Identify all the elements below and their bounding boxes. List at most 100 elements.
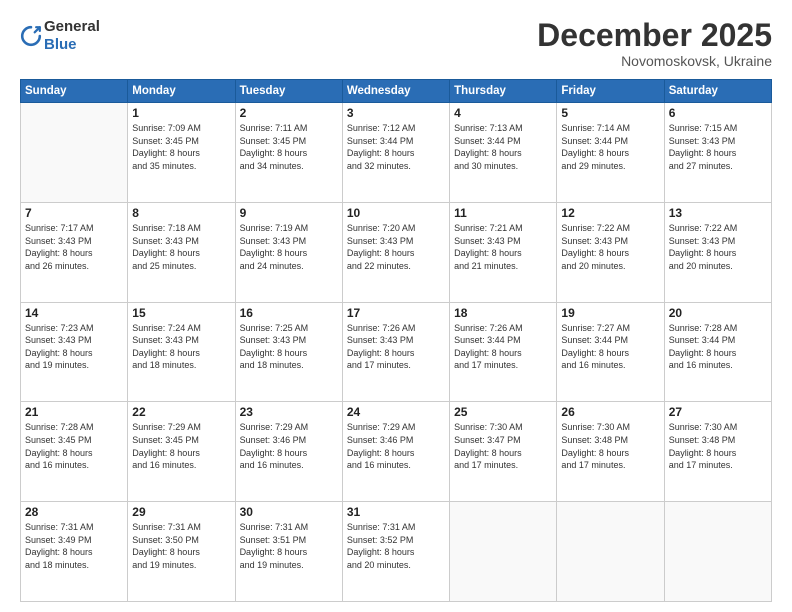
cell-text: Sunrise: 7:22 AMSunset: 3:43 PMDaylight:… xyxy=(669,222,767,272)
day-number: 16 xyxy=(240,306,338,320)
cell-text: Sunrise: 7:28 AMSunset: 3:45 PMDaylight:… xyxy=(25,421,123,471)
cell-text: Sunrise: 7:30 AMSunset: 3:48 PMDaylight:… xyxy=(561,421,659,471)
cell-text: Sunrise: 7:17 AMSunset: 3:43 PMDaylight:… xyxy=(25,222,123,272)
cell-text: Sunrise: 7:22 AMSunset: 3:43 PMDaylight:… xyxy=(561,222,659,272)
cell-text: Sunrise: 7:31 AMSunset: 3:51 PMDaylight:… xyxy=(240,521,338,571)
cell-text: Sunrise: 7:27 AMSunset: 3:44 PMDaylight:… xyxy=(561,322,659,372)
cell-text: Sunrise: 7:31 AMSunset: 3:52 PMDaylight:… xyxy=(347,521,445,571)
weekday-header-monday: Monday xyxy=(128,80,235,103)
day-number: 22 xyxy=(132,405,230,419)
logo-general: General xyxy=(44,18,100,35)
cell-text: Sunrise: 7:30 AMSunset: 3:48 PMDaylight:… xyxy=(669,421,767,471)
weekday-header-sunday: Sunday xyxy=(21,80,128,103)
logo: General Blue xyxy=(20,18,100,54)
calendar-cell: 31 Sunrise: 7:31 AMSunset: 3:52 PMDayligh… xyxy=(342,502,449,602)
day-number: 29 xyxy=(132,505,230,519)
calendar-cell: 9 Sunrise: 7:19 AMSunset: 3:43 PMDaylight… xyxy=(235,202,342,302)
day-number: 2 xyxy=(240,106,338,120)
calendar-cell: 15 Sunrise: 7:24 AMSunset: 3:43 PMDayligh… xyxy=(128,302,235,402)
day-number: 25 xyxy=(454,405,552,419)
cell-text: Sunrise: 7:28 AMSunset: 3:44 PMDaylight:… xyxy=(669,322,767,372)
calendar-cell: 26 Sunrise: 7:30 AMSunset: 3:48 PMDayligh… xyxy=(557,402,664,502)
calendar-cell: 24 Sunrise: 7:29 AMSunset: 3:46 PMDayligh… xyxy=(342,402,449,502)
day-number: 3 xyxy=(347,106,445,120)
calendar-cell: 5 Sunrise: 7:14 AMSunset: 3:44 PMDaylight… xyxy=(557,103,664,203)
calendar-cell xyxy=(21,103,128,203)
cell-text: Sunrise: 7:21 AMSunset: 3:43 PMDaylight:… xyxy=(454,222,552,272)
cell-text: Sunrise: 7:30 AMSunset: 3:47 PMDaylight:… xyxy=(454,421,552,471)
cell-text: Sunrise: 7:26 AMSunset: 3:44 PMDaylight:… xyxy=(454,322,552,372)
calendar-cell: 12Sunrise: 7:22 AMSunset: 3:43 PMDayligh… xyxy=(557,202,664,302)
calendar-cell: 29 Sunrise: 7:31 AMSunset: 3:50 PMDayligh… xyxy=(128,502,235,602)
day-number: 14 xyxy=(25,306,123,320)
calendar-cell: 30 Sunrise: 7:31 AMSunset: 3:51 PMDayligh… xyxy=(235,502,342,602)
weekday-header-wednesday: Wednesday xyxy=(342,80,449,103)
day-number: 31 xyxy=(347,505,445,519)
calendar-cell xyxy=(557,502,664,602)
cell-text: Sunrise: 7:29 AMSunset: 3:45 PMDaylight:… xyxy=(132,421,230,471)
calendar-cell: 28 Sunrise: 7:31 AMSunset: 3:49 PMDayligh… xyxy=(21,502,128,602)
calendar-cell: 3 Sunrise: 7:12 AMSunset: 3:44 PMDaylight… xyxy=(342,103,449,203)
calendar-cell: 8 Sunrise: 7:18 AMSunset: 3:43 PMDaylight… xyxy=(128,202,235,302)
day-number: 15 xyxy=(132,306,230,320)
cell-text: Sunrise: 7:14 AMSunset: 3:44 PMDaylight:… xyxy=(561,122,659,172)
cell-text: Sunrise: 7:20 AMSunset: 3:43 PMDaylight:… xyxy=(347,222,445,272)
cell-text: Sunrise: 7:12 AMSunset: 3:44 PMDaylight:… xyxy=(347,122,445,172)
calendar-cell: 16Sunrise: 7:25 AMSunset: 3:43 PMDayligh… xyxy=(235,302,342,402)
cell-text: Sunrise: 7:31 AMSunset: 3:50 PMDaylight:… xyxy=(132,521,230,571)
calendar-cell: 18Sunrise: 7:26 AMSunset: 3:44 PMDayligh… xyxy=(450,302,557,402)
cell-text: Sunrise: 7:29 AMSunset: 3:46 PMDaylight:… xyxy=(347,421,445,471)
calendar-cell: 6 Sunrise: 7:15 AMSunset: 3:43 PMDaylight… xyxy=(664,103,771,203)
cell-text: Sunrise: 7:19 AMSunset: 3:43 PMDaylight:… xyxy=(240,222,338,272)
day-number: 17 xyxy=(347,306,445,320)
day-number: 11 xyxy=(454,206,552,220)
calendar-cell: 1Sunrise: 7:09 AMSunset: 3:45 PMDaylight… xyxy=(128,103,235,203)
weekday-header-friday: Friday xyxy=(557,80,664,103)
month-title: December 2025 xyxy=(537,18,772,53)
calendar-cell: 11 Sunrise: 7:21 AMSunset: 3:43 PMDayligh… xyxy=(450,202,557,302)
calendar-cell: 13 Sunrise: 7:22 AMSunset: 3:43 PMDayligh… xyxy=(664,202,771,302)
day-number: 26 xyxy=(561,405,659,419)
cell-text: Sunrise: 7:09 AMSunset: 3:45 PMDaylight:… xyxy=(132,122,230,172)
calendar-cell: 7 Sunrise: 7:17 AMSunset: 3:43 PMDaylight… xyxy=(21,202,128,302)
weekday-header-tuesday: Tuesday xyxy=(235,80,342,103)
cell-text: Sunrise: 7:13 AMSunset: 3:44 PMDaylight:… xyxy=(454,122,552,172)
cell-text: Sunrise: 7:29 AMSunset: 3:46 PMDaylight:… xyxy=(240,421,338,471)
day-number: 28 xyxy=(25,505,123,519)
day-number: 8 xyxy=(132,206,230,220)
calendar-cell: 20Sunrise: 7:28 AMSunset: 3:44 PMDayligh… xyxy=(664,302,771,402)
calendar-cell: 14Sunrise: 7:23 AMSunset: 3:43 PMDayligh… xyxy=(21,302,128,402)
day-number: 21 xyxy=(25,405,123,419)
logo-text: General Blue xyxy=(44,18,100,54)
calendar-cell: 25 Sunrise: 7:30 AMSunset: 3:47 PMDayligh… xyxy=(450,402,557,502)
day-number: 24 xyxy=(347,405,445,419)
logo-blue: Blue xyxy=(44,36,77,53)
calendar-cell xyxy=(450,502,557,602)
calendar-cell: 2Sunrise: 7:11 AMSunset: 3:45 PMDaylight… xyxy=(235,103,342,203)
calendar-table: SundayMondayTuesdayWednesdayThursdayFrid… xyxy=(20,79,772,602)
cell-text: Sunrise: 7:15 AMSunset: 3:43 PMDaylight:… xyxy=(669,122,767,172)
day-number: 10 xyxy=(347,206,445,220)
calendar-cell: 4Sunrise: 7:13 AMSunset: 3:44 PMDaylight… xyxy=(450,103,557,203)
day-number: 27 xyxy=(669,405,767,419)
logo-icon xyxy=(20,25,42,47)
calendar-cell: 10 Sunrise: 7:20 AMSunset: 3:43 PMDayligh… xyxy=(342,202,449,302)
cell-text: Sunrise: 7:18 AMSunset: 3:43 PMDaylight:… xyxy=(132,222,230,272)
cell-text: Sunrise: 7:26 AMSunset: 3:43 PMDaylight:… xyxy=(347,322,445,372)
calendar-cell: 19Sunrise: 7:27 AMSunset: 3:44 PMDayligh… xyxy=(557,302,664,402)
title-block: December 2025 Novomoskovsk, Ukraine xyxy=(537,18,772,69)
header: General Blue December 2025 Novomoskovsk,… xyxy=(20,18,772,69)
day-number: 6 xyxy=(669,106,767,120)
weekday-header-thursday: Thursday xyxy=(450,80,557,103)
day-number: 7 xyxy=(25,206,123,220)
day-number: 23 xyxy=(240,405,338,419)
day-number: 13 xyxy=(669,206,767,220)
cell-text: Sunrise: 7:24 AMSunset: 3:43 PMDaylight:… xyxy=(132,322,230,372)
calendar-cell: 21 Sunrise: 7:28 AMSunset: 3:45 PMDayligh… xyxy=(21,402,128,502)
day-number: 30 xyxy=(240,505,338,519)
day-number: 5 xyxy=(561,106,659,120)
day-number: 9 xyxy=(240,206,338,220)
cell-text: Sunrise: 7:31 AMSunset: 3:49 PMDaylight:… xyxy=(25,521,123,571)
calendar-cell: 27 Sunrise: 7:30 AMSunset: 3:48 PMDayligh… xyxy=(664,402,771,502)
page: General Blue December 2025 Novomoskovsk,… xyxy=(0,0,792,612)
